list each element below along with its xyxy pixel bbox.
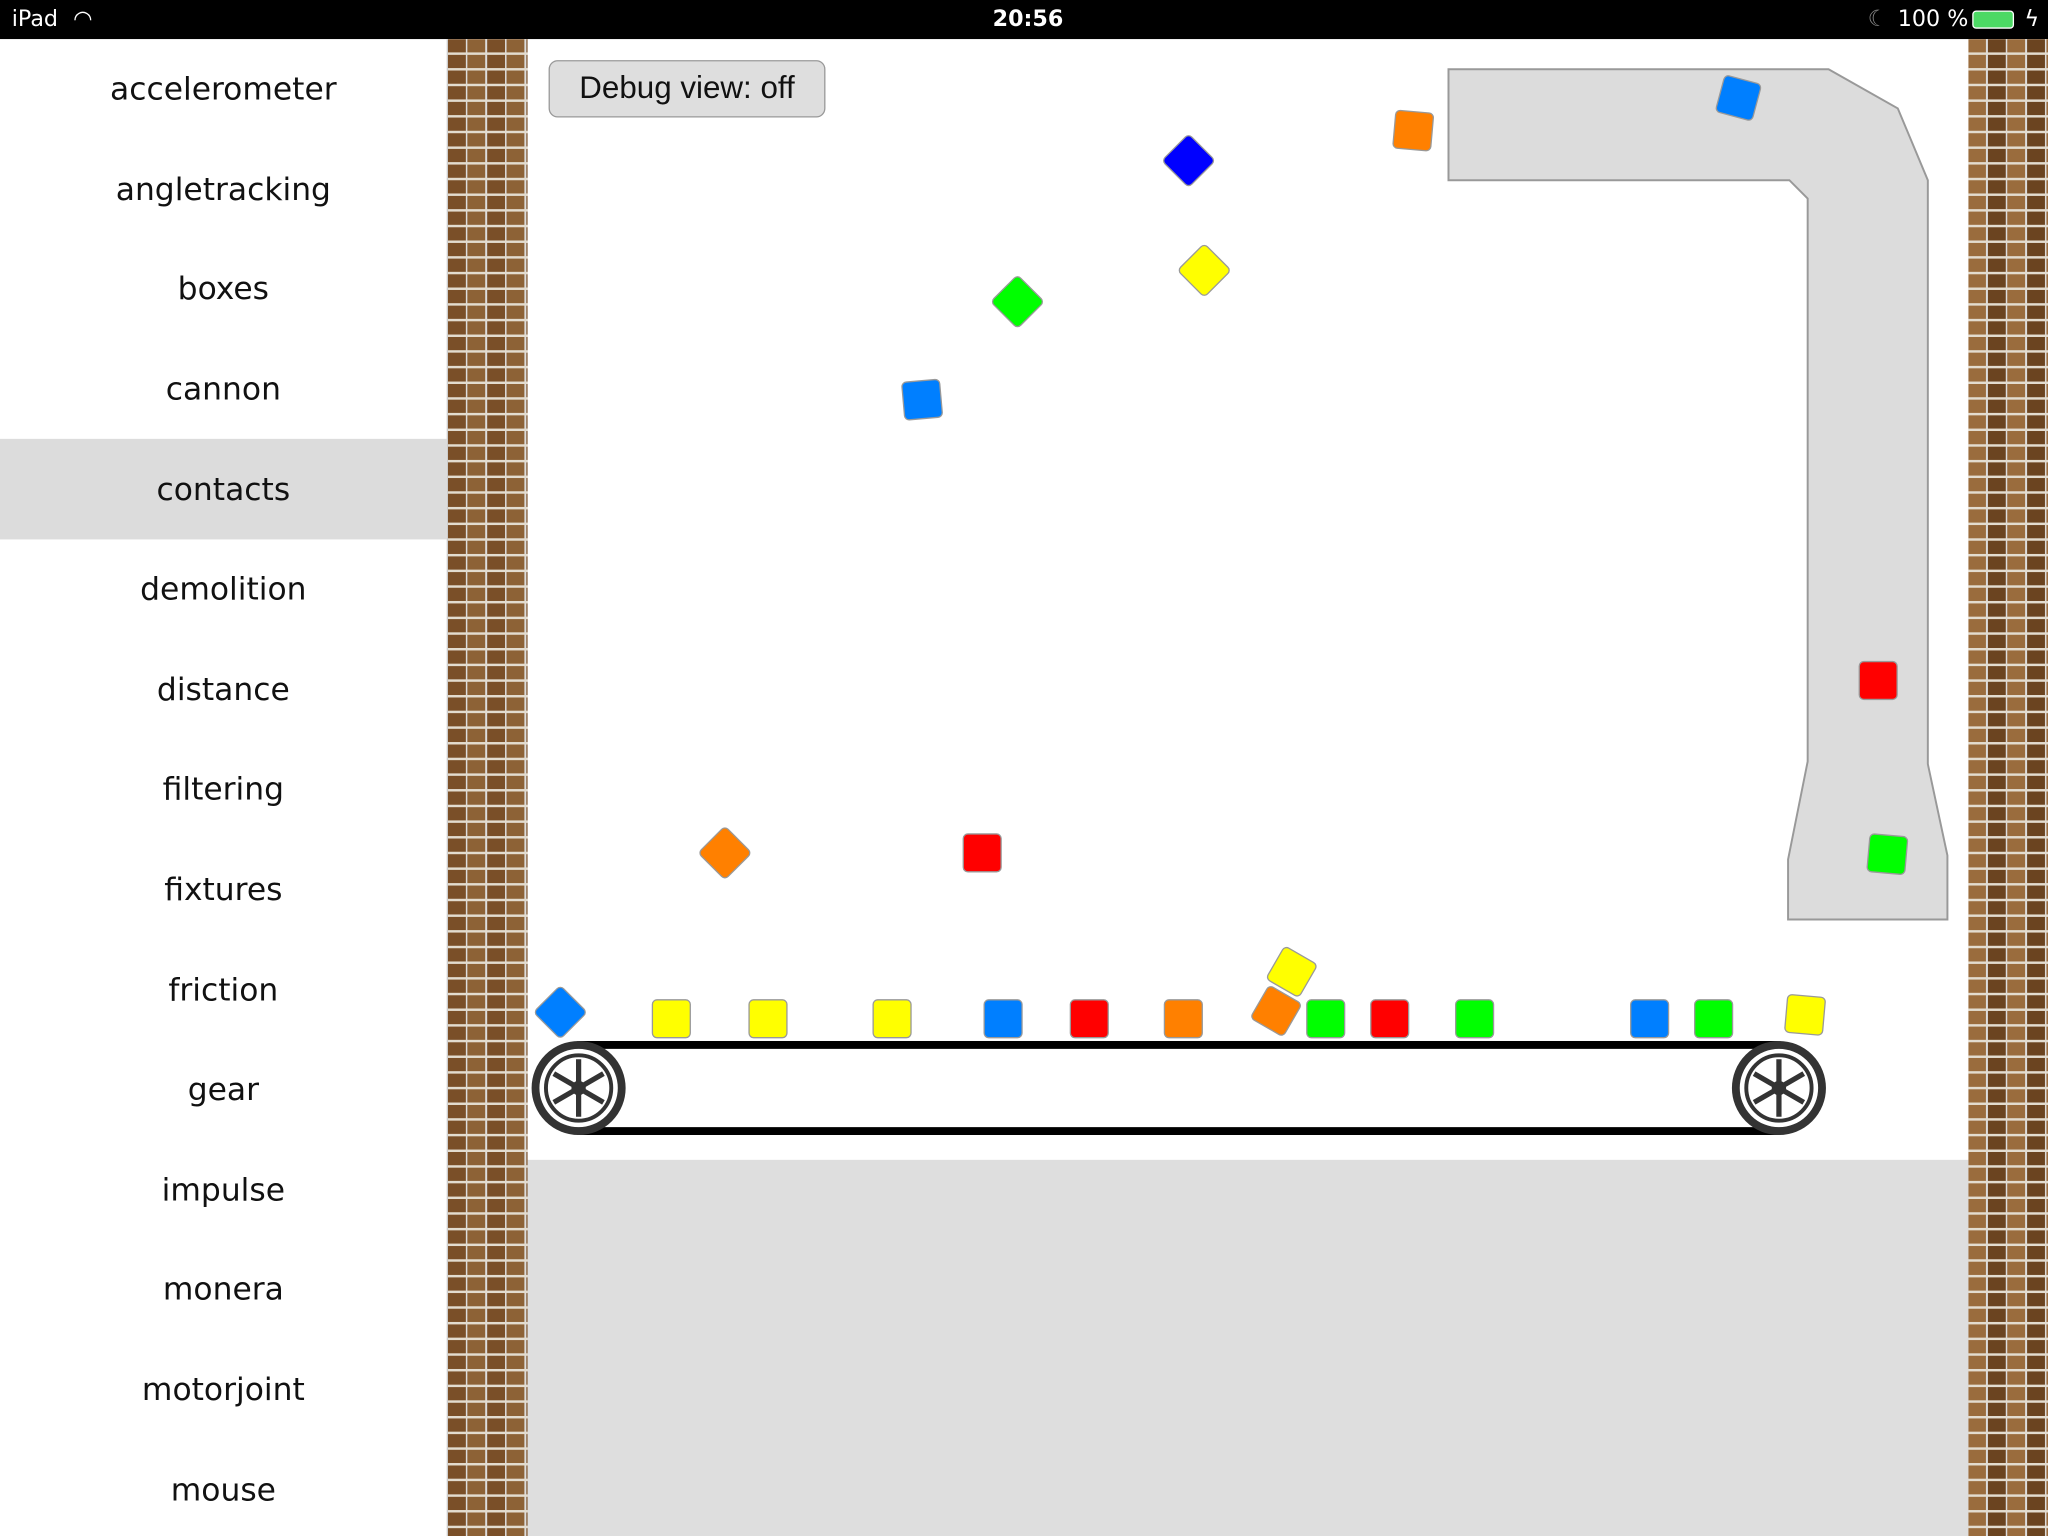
yellow-box[interactable] [872, 999, 912, 1039]
scene-shapes [531, 68, 1949, 1136]
wheel-icon [531, 1040, 626, 1136]
yellow-box[interactable] [651, 999, 691, 1039]
red-box[interactable] [1069, 999, 1109, 1039]
green-box[interactable] [1694, 999, 1734, 1039]
red-box[interactable] [962, 833, 1002, 873]
chute [1447, 68, 1949, 921]
debug-view-toggle[interactable]: Debug view: off [548, 60, 826, 118]
yellow-box[interactable] [748, 999, 788, 1039]
wheel-icon [1731, 1040, 1826, 1136]
red-box[interactable] [1858, 660, 1898, 701]
orange-box[interactable] [1391, 109, 1435, 152]
green-box[interactable] [1306, 999, 1346, 1039]
blue-box[interactable] [983, 999, 1023, 1039]
yellow-box[interactable] [1783, 993, 1827, 1037]
orange-box[interactable] [1163, 999, 1203, 1039]
green-box[interactable] [1866, 832, 1909, 876]
blue-box[interactable] [900, 378, 944, 421]
red-box[interactable] [1370, 999, 1410, 1039]
blue-box[interactable] [1630, 999, 1670, 1039]
green-box[interactable] [1455, 999, 1495, 1039]
